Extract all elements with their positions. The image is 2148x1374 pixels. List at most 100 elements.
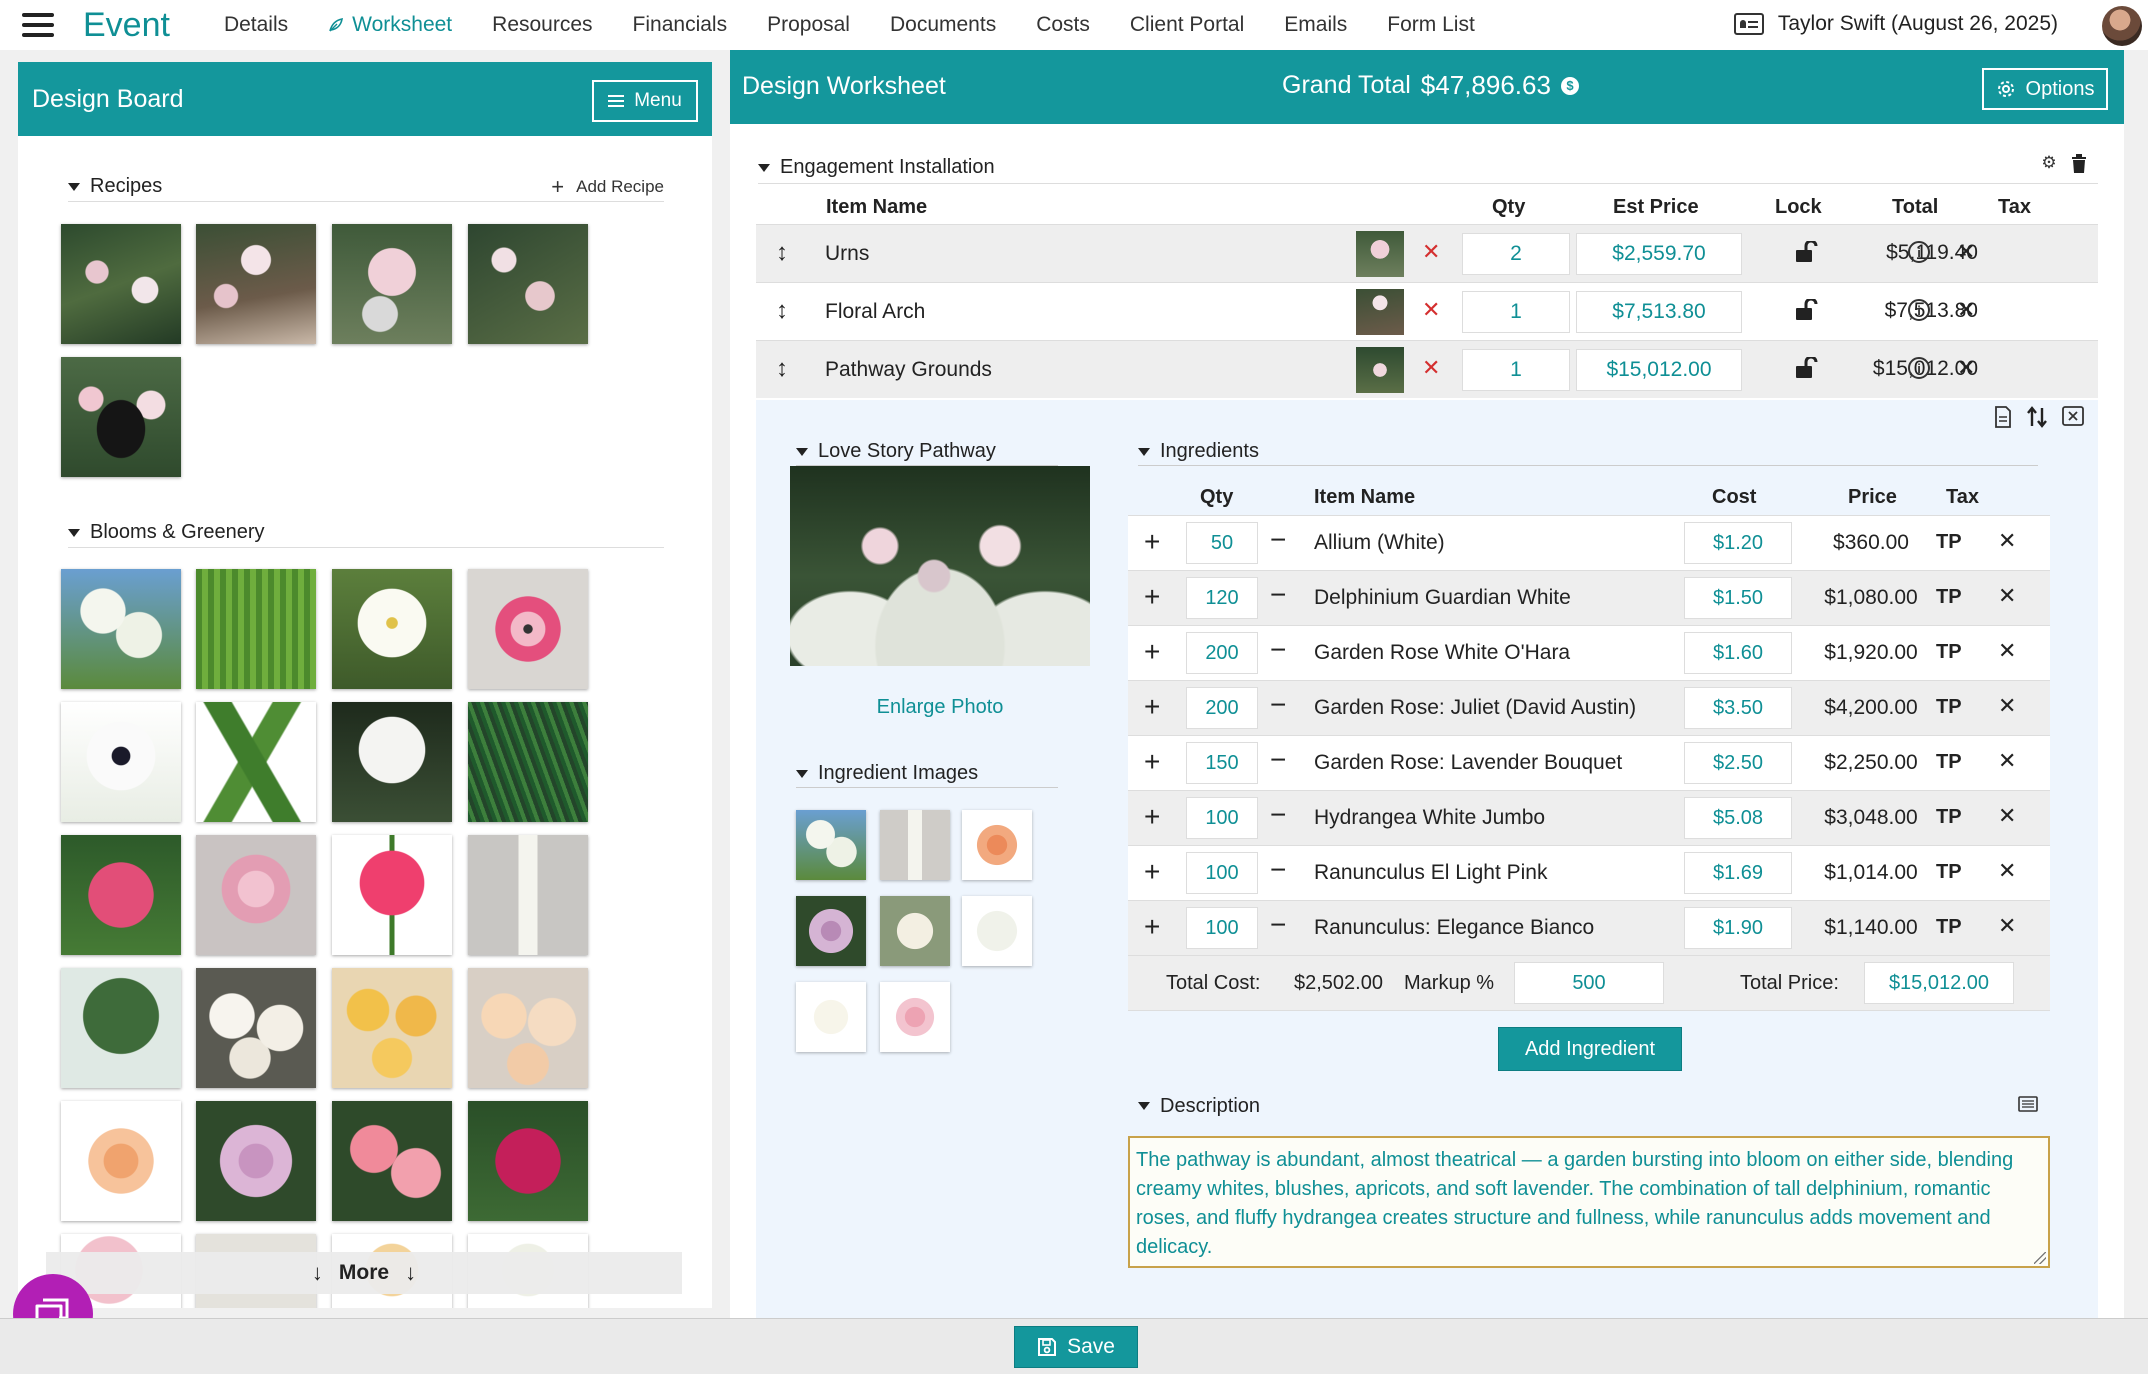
more-button[interactable]: ↓ More ↓ [46, 1252, 682, 1294]
ingredient-row[interactable]: + 150 − Garden Rose: Lavender Bouquet $2… [1128, 735, 2050, 790]
qty-input[interactable]: 1 [1462, 349, 1570, 391]
drag-handle-icon[interactable]: ↕ [776, 297, 788, 325]
ingredient-image[interactable] [796, 810, 866, 880]
drag-handle-icon[interactable]: ↕ [776, 355, 788, 383]
item-thumbnail[interactable] [1356, 231, 1404, 277]
resize-handle-icon[interactable] [2034, 1252, 2046, 1264]
recipe-name-header[interactable]: Love Story Pathway [796, 438, 1058, 466]
delete-row-icon[interactable]: ✕ [1957, 297, 1975, 323]
ingredient-cost-input[interactable]: $1.90 [1684, 907, 1792, 949]
sort-icon[interactable] [2026, 406, 2048, 428]
ingredient-qty-input[interactable]: 200 [1186, 632, 1258, 674]
recipe-thumbnail[interactable] [332, 224, 452, 344]
nav-link-worksheet[interactable]: Worksheet [328, 13, 452, 37]
ingredient-qty-input[interactable]: 200 [1186, 687, 1258, 729]
notes-icon[interactable] [2018, 1096, 2038, 1112]
ingredient-images-header[interactable]: Ingredient Images [796, 760, 1058, 788]
remove-ingredient-icon[interactable]: ✕ [1998, 693, 2016, 719]
delete-row-icon[interactable]: ✕ [1957, 355, 1975, 381]
est-price-input[interactable]: $2,559.70 [1576, 233, 1742, 275]
ingredient-image[interactable] [880, 982, 950, 1052]
remove-ingredient-icon[interactable]: ✕ [1998, 913, 2016, 939]
ingredient-qty-input[interactable]: 50 [1186, 522, 1258, 564]
item-thumbnail[interactable] [1356, 347, 1404, 393]
table-row[interactable]: ↕ Urns ✕ 2 $2,559.70 $5,119.40 i ✕ [756, 224, 2098, 282]
decrement-icon[interactable]: − [1270, 689, 1286, 721]
bloom-thumbnail[interactable] [468, 968, 588, 1088]
recipe-thumbnail[interactable] [468, 224, 588, 344]
ingredient-image[interactable] [796, 982, 866, 1052]
nav-link-resources[interactable]: Resources [492, 13, 592, 37]
add-recipe-button[interactable]: + Add Recipe [551, 174, 664, 200]
remove-ingredient-icon[interactable]: ✕ [1998, 803, 2016, 829]
increment-icon[interactable]: + [1144, 911, 1160, 943]
decrement-icon[interactable]: − [1270, 909, 1286, 941]
markup-input[interactable]: 500 [1514, 962, 1664, 1004]
remove-ingredient-icon[interactable]: ✕ [1998, 583, 2016, 609]
qty-input[interactable]: 1 [1462, 291, 1570, 333]
brand-title[interactable]: Event [83, 6, 170, 45]
close-box-icon[interactable] [2062, 406, 2084, 426]
ingredient-row[interactable]: + 100 − Ranunculus: Elegance Bianco $1.9… [1128, 900, 2050, 955]
nav-link-emails[interactable]: Emails [1284, 13, 1347, 37]
gear-icon[interactable]: ⚙ [2040, 153, 2058, 172]
ingredient-qty-input[interactable]: 150 [1186, 742, 1258, 784]
ingredients-header[interactable]: Ingredients [1138, 438, 2038, 466]
avatar[interactable] [2102, 6, 2142, 46]
section-header[interactable]: Engagement Installation ⚙ [758, 152, 2098, 184]
bloom-thumbnail[interactable] [468, 569, 588, 689]
unlock-icon[interactable] [1794, 299, 1818, 321]
blooms-section-header[interactable]: Blooms & Greenery [68, 518, 664, 548]
remove-ingredient-icon[interactable]: ✕ [1998, 858, 2016, 884]
increment-icon[interactable]: + [1144, 746, 1160, 778]
ingredient-image[interactable] [880, 810, 950, 880]
nav-link-form-list[interactable]: Form List [1387, 13, 1475, 37]
ingredient-qty-input[interactable]: 100 [1186, 907, 1258, 949]
ingredient-row[interactable]: + 120 − Delphinium Guardian White $1.50 … [1128, 570, 2050, 625]
ingredient-qty-input[interactable]: 120 [1186, 577, 1258, 619]
add-ingredient-button[interactable]: Add Ingredient [1498, 1027, 1682, 1071]
ingredient-image[interactable] [962, 896, 1032, 966]
info-icon[interactable]: i [1908, 299, 1930, 321]
total-price-input[interactable]: $15,012.00 [1864, 962, 2014, 1004]
nav-link-details[interactable]: Details [224, 13, 288, 37]
nav-link-documents[interactable]: Documents [890, 13, 996, 37]
unlock-icon[interactable] [1794, 241, 1818, 263]
bloom-thumbnail[interactable] [196, 569, 316, 689]
ingredient-qty-input[interactable]: 100 [1186, 852, 1258, 894]
menu-button[interactable]: Menu [592, 80, 698, 122]
ingredient-qty-input[interactable]: 100 [1186, 797, 1258, 839]
increment-icon[interactable]: + [1144, 636, 1160, 668]
bloom-thumbnail[interactable] [332, 968, 452, 1088]
ingredient-cost-input[interactable]: $2.50 [1684, 742, 1792, 784]
remove-photo-icon[interactable]: ✕ [1422, 355, 1440, 381]
decrement-icon[interactable]: − [1270, 634, 1286, 666]
bloom-thumbnail[interactable] [332, 1101, 452, 1221]
qty-input[interactable]: 2 [1462, 233, 1570, 275]
increment-icon[interactable]: + [1144, 526, 1160, 558]
description-header[interactable]: Description [1138, 1092, 2038, 1120]
nav-link-financials[interactable]: Financials [633, 13, 728, 37]
increment-icon[interactable]: + [1144, 581, 1160, 613]
bloom-thumbnail[interactable] [61, 702, 181, 822]
ingredient-row[interactable]: + 100 − Ranunculus El Light Pink $1.69 $… [1128, 845, 2050, 900]
est-price-input[interactable]: $15,012.00 [1576, 349, 1742, 391]
info-icon[interactable]: i [1908, 241, 1930, 263]
nav-link-costs[interactable]: Costs [1036, 13, 1090, 37]
info-icon[interactable]: i [1908, 357, 1930, 379]
decrement-icon[interactable]: − [1270, 524, 1286, 556]
ingredient-image[interactable] [796, 896, 866, 966]
ingredient-image[interactable] [880, 896, 950, 966]
remove-ingredient-icon[interactable]: ✕ [1998, 528, 2016, 554]
dollar-info-icon[interactable]: $ [1560, 76, 1579, 95]
ingredient-image[interactable] [962, 810, 1032, 880]
remove-photo-icon[interactable]: ✕ [1422, 297, 1440, 323]
bloom-thumbnail[interactable] [468, 835, 588, 955]
enlarge-photo-link[interactable]: Enlarge Photo [790, 696, 1090, 719]
nav-link-client-portal[interactable]: Client Portal [1130, 13, 1244, 37]
bloom-thumbnail[interactable] [61, 569, 181, 689]
increment-icon[interactable]: + [1144, 856, 1160, 888]
bloom-thumbnail[interactable] [332, 702, 452, 822]
ingredient-cost-input[interactable]: $5.08 [1684, 797, 1792, 839]
ingredient-cost-input[interactable]: $1.20 [1684, 522, 1792, 564]
